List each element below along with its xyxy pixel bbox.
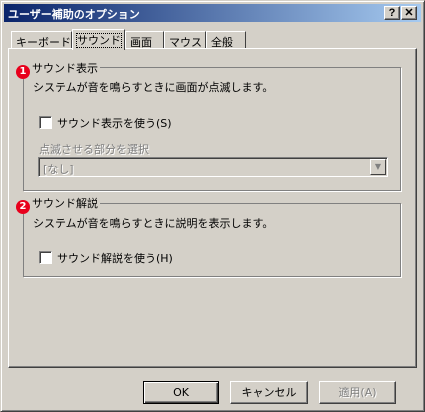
flash-target-label: 点滅させる部分を選択: [39, 143, 149, 156]
help-button[interactable]: ?: [384, 6, 400, 20]
sound-display-checkbox[interactable]: [39, 116, 52, 129]
cancel-button[interactable]: キャンセル: [230, 381, 308, 404]
tab-general[interactable]: 全般: [206, 31, 246, 49]
sound-display-legend-text: サウンド表示: [32, 62, 98, 75]
close-button[interactable]: ✕: [401, 6, 417, 20]
window-title: ユーザー補助のオプション: [8, 8, 140, 21]
sound-caption-description: システムが音を鳴らすときに説明を表示します。: [33, 217, 274, 230]
tab-mouse[interactable]: マウス: [164, 31, 206, 49]
sound-caption-checkbox-label[interactable]: サウンド解説を使う(H): [57, 250, 173, 266]
ok-button[interactable]: OK: [143, 381, 219, 404]
sound-caption-legend: 2 サウンド解説: [14, 195, 100, 214]
chevron-down-icon[interactable]: ▼: [370, 159, 386, 175]
tab-sound[interactable]: サウンド: [72, 29, 125, 50]
callout-badge-2: 2: [16, 200, 30, 214]
sound-caption-checkbox[interactable]: [39, 251, 52, 264]
tab-display[interactable]: 画面: [125, 31, 164, 49]
title-bar[interactable]: ユーザー補助のオプション ? ✕: [4, 4, 421, 22]
callout-badge-1: 1: [16, 65, 30, 79]
flash-target-select[interactable]: [なし] ▼: [38, 157, 388, 177]
tab-panel: 1 サウンド表示 システムが音を鳴らすときに画面が点滅します。 サウンド表示を使う…: [8, 48, 417, 368]
tab-keyboard[interactable]: キーボード: [11, 31, 72, 49]
apply-button[interactable]: 適用(A): [319, 381, 396, 404]
tab-sound-label: サウンド: [76, 33, 122, 48]
sound-display-checkbox-label[interactable]: サウンド表示を使う(S): [57, 115, 172, 131]
sound-display-legend: 1 サウンド表示: [14, 60, 100, 79]
sound-caption-legend-text: サウンド解説: [32, 197, 98, 210]
sound-display-description: システムが音を鳴らすときに画面が点滅します。: [33, 81, 274, 94]
flash-target-value: [なし]: [43, 163, 74, 176]
